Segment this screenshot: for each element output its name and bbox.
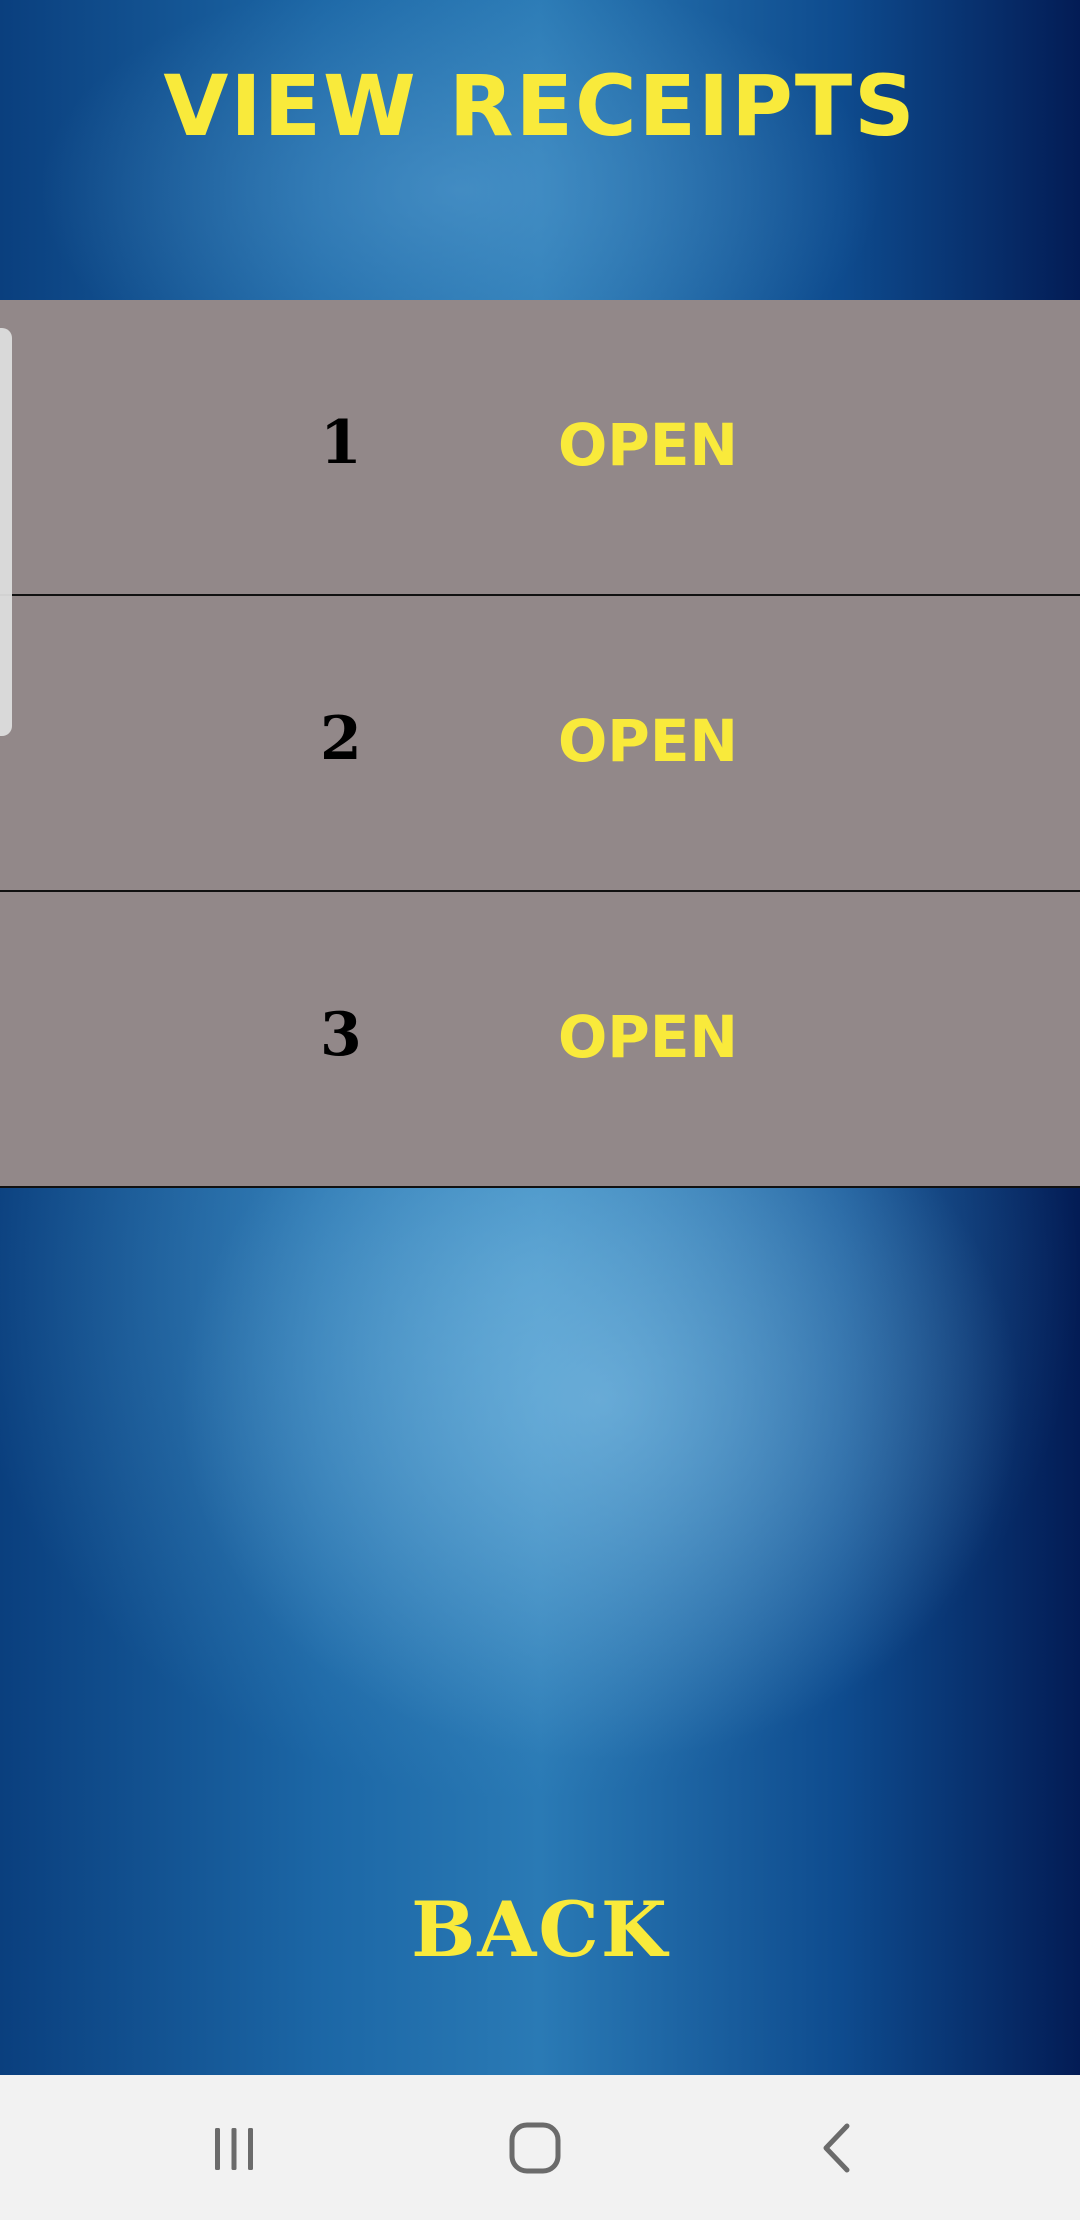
system-navigation-bar: [0, 2075, 1080, 2220]
home-icon: [509, 2122, 561, 2173]
back-icon: [823, 2123, 850, 2172]
receipt-list: 1 OPEN 2 OPEN 3 OPEN: [0, 300, 1080, 1190]
receipt-row-2: 2 OPEN: [0, 596, 1080, 892]
recent-apps-icon: [215, 2127, 253, 2170]
open-receipt-button[interactable]: OPEN: [558, 1002, 738, 1072]
edge-panel-handle[interactable]: [0, 328, 12, 736]
open-receipt-button[interactable]: OPEN: [558, 410, 738, 480]
open-receipt-button[interactable]: OPEN: [558, 706, 738, 776]
header: VIEW RECEIPTS: [0, 0, 1080, 300]
recent-apps-button[interactable]: [134, 2075, 334, 2220]
system-back-button[interactable]: [738, 2075, 938, 2220]
home-button[interactable]: [435, 2075, 635, 2220]
app-screen: VIEW RECEIPTS 1 OPEN 2 OPEN 3 OPEN BACK: [0, 0, 1080, 2075]
receipt-number: 3: [320, 1000, 362, 1070]
receipt-number: 2: [320, 704, 362, 774]
receipt-number: 1: [320, 408, 362, 478]
page-title: VIEW RECEIPTS: [163, 57, 917, 155]
receipt-row-1: 1 OPEN: [0, 300, 1080, 596]
back-button[interactable]: BACK: [0, 1880, 1080, 1980]
receipt-row-3: 3 OPEN: [0, 892, 1080, 1188]
